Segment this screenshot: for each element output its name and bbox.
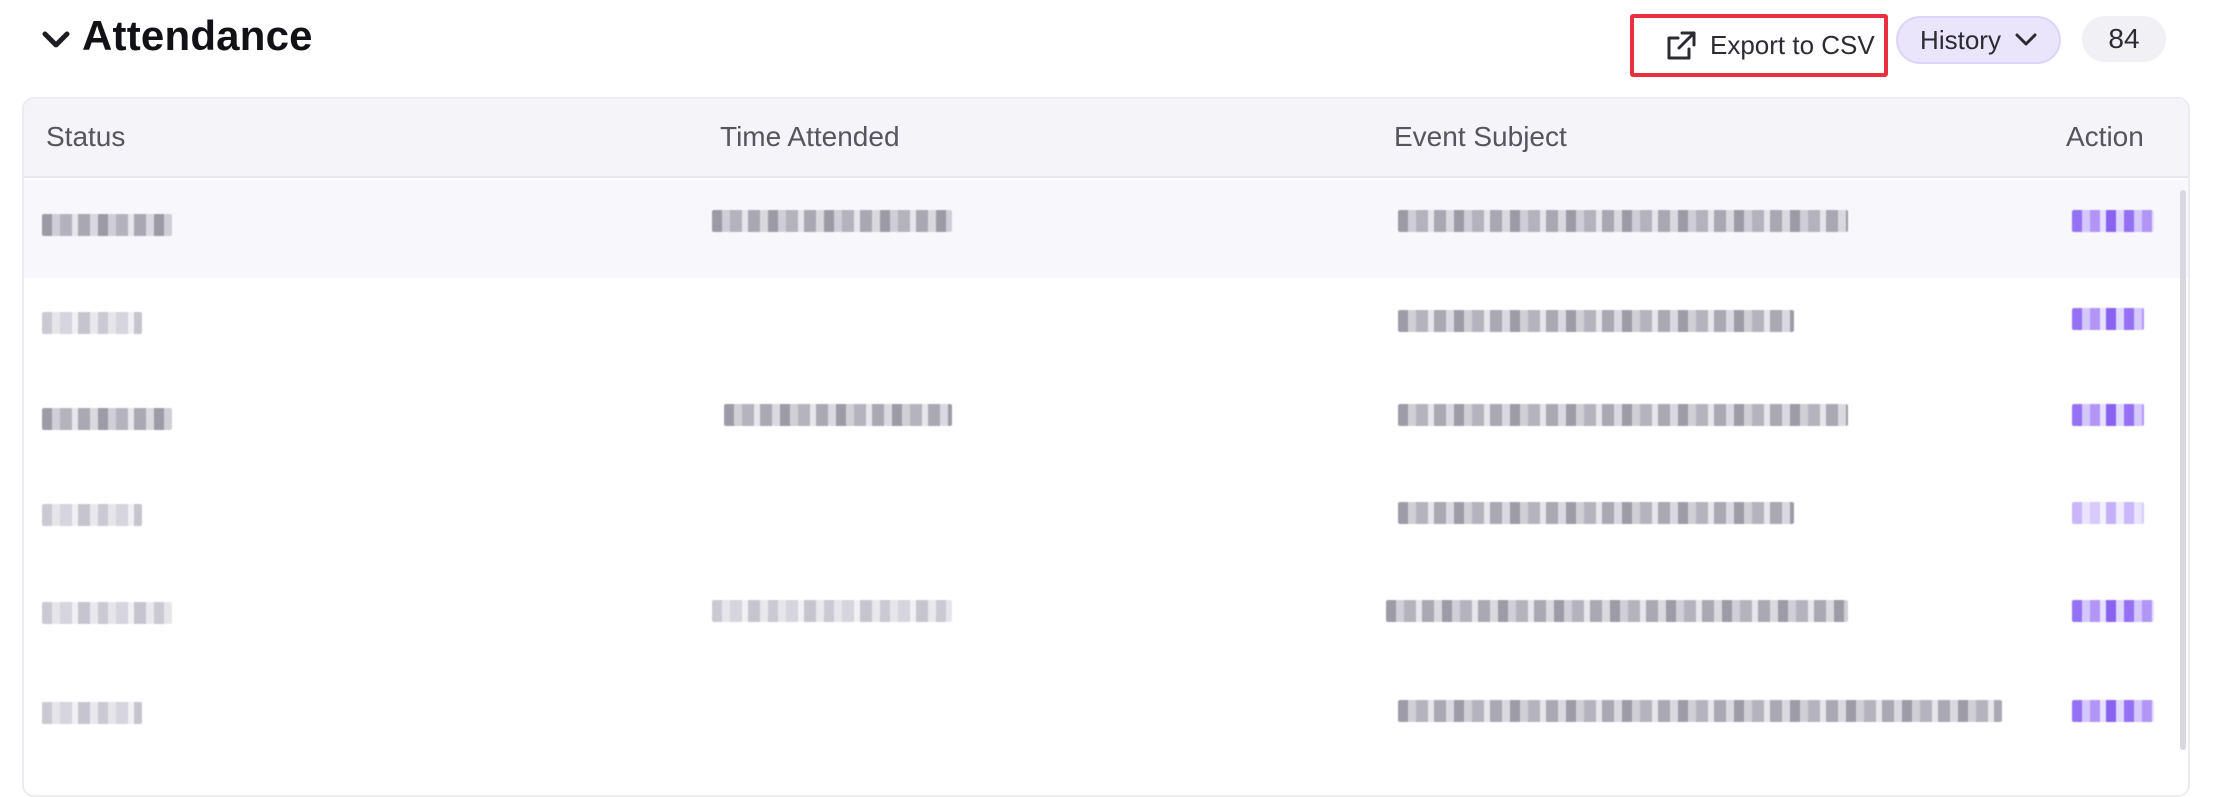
subject-cell-redacted bbox=[1398, 502, 1794, 524]
status-cell-redacted bbox=[42, 312, 142, 334]
subject-cell-redacted bbox=[1398, 310, 1794, 332]
export-csv-button[interactable]: Export to CSV bbox=[1630, 14, 1888, 77]
action-link-redacted[interactable] bbox=[2072, 404, 2144, 426]
subject-cell-redacted bbox=[1386, 600, 1848, 622]
history-dropdown[interactable]: History bbox=[1896, 16, 2061, 64]
action-link-redacted[interactable] bbox=[2072, 600, 2154, 622]
column-header-time-attended[interactable]: Time Attended bbox=[720, 121, 900, 153]
chevron-down-icon bbox=[42, 31, 70, 48]
subject-cell-redacted bbox=[1398, 404, 1848, 426]
column-header-event-subject[interactable]: Event Subject bbox=[1394, 121, 1567, 153]
table-header: Status Time Attended Event Subject Actio… bbox=[24, 99, 2188, 178]
collapse-toggle[interactable] bbox=[38, 22, 74, 58]
export-csv-label: Export to CSV bbox=[1710, 30, 1875, 60]
column-header-action[interactable]: Action bbox=[2066, 121, 2144, 153]
attendance-table: Status Time Attended Event Subject Actio… bbox=[22, 97, 2190, 797]
table-row[interactable] bbox=[24, 278, 2188, 376]
status-cell-redacted bbox=[42, 702, 142, 724]
table-row[interactable] bbox=[24, 180, 2188, 278]
time-cell-redacted bbox=[712, 600, 952, 622]
history-label: History bbox=[1920, 24, 2001, 55]
status-cell-redacted bbox=[42, 602, 172, 624]
action-link-redacted[interactable] bbox=[2072, 700, 2154, 722]
table-row[interactable] bbox=[24, 572, 2188, 670]
table-row[interactable] bbox=[24, 670, 2188, 768]
table-scrollbar[interactable] bbox=[2180, 190, 2186, 750]
table-row[interactable] bbox=[24, 376, 2188, 474]
table-row[interactable] bbox=[24, 474, 2188, 572]
action-link-redacted[interactable] bbox=[2072, 308, 2144, 330]
status-cell-redacted bbox=[42, 504, 142, 526]
action-link-redacted[interactable] bbox=[2072, 502, 2144, 524]
subject-cell-redacted bbox=[1398, 210, 1848, 232]
section-header: Attendance Export to CSV History 84 bbox=[0, 0, 2232, 90]
section-title: Attendance bbox=[82, 12, 313, 59]
time-cell-redacted bbox=[724, 404, 952, 426]
action-link-redacted[interactable] bbox=[2072, 210, 2154, 232]
status-cell-redacted bbox=[42, 408, 172, 430]
external-link-icon bbox=[1667, 31, 1696, 59]
column-header-status[interactable]: Status bbox=[46, 121, 125, 153]
status-cell-redacted bbox=[42, 214, 172, 236]
subject-cell-redacted bbox=[1398, 700, 2002, 722]
count-badge: 84 bbox=[2082, 16, 2166, 62]
chevron-down-icon bbox=[2015, 33, 2037, 46]
time-cell-redacted bbox=[712, 210, 952, 232]
